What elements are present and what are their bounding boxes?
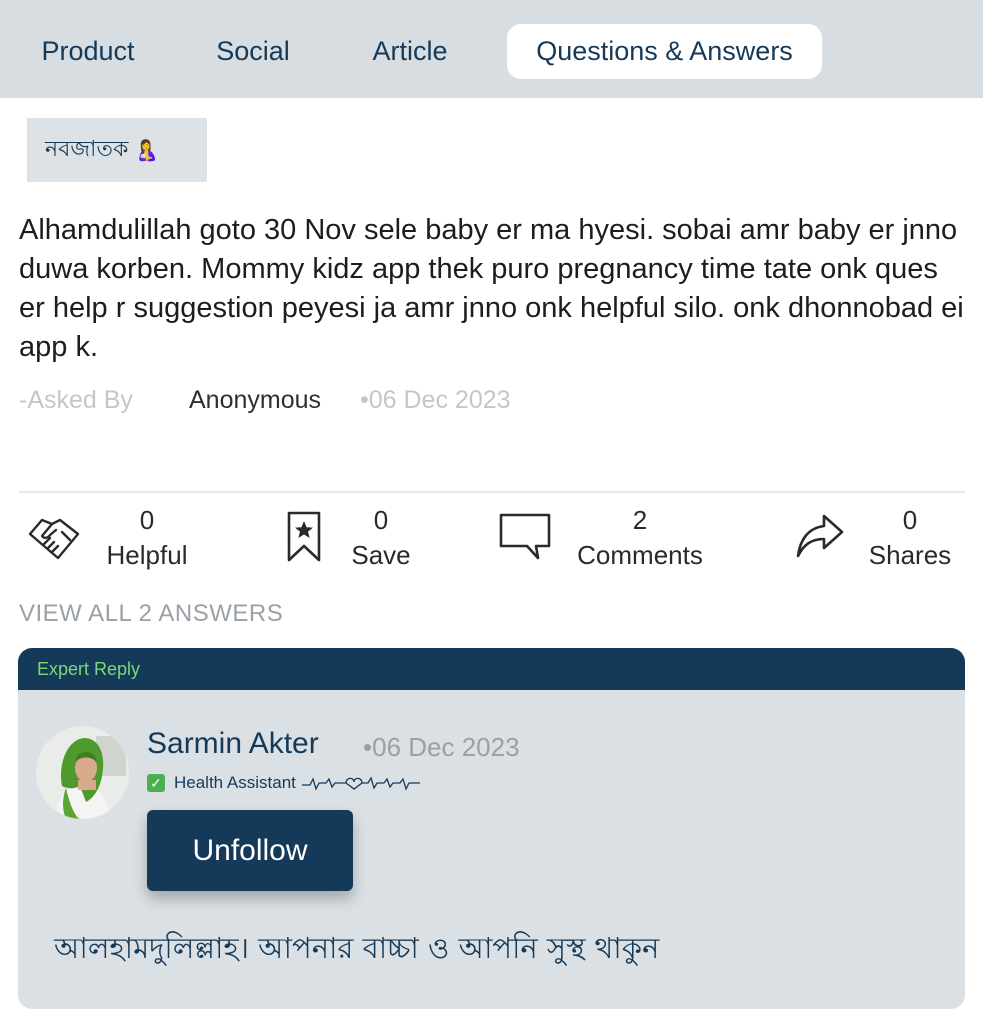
tab-social[interactable]: Social xyxy=(188,24,318,79)
question-date: •06 Dec 2023 xyxy=(360,386,511,414)
tab-article[interactable]: Article xyxy=(345,24,475,79)
avatar[interactable] xyxy=(36,726,129,819)
check-box-icon: ✓ xyxy=(147,774,165,792)
share-arrow-icon xyxy=(796,514,844,558)
comments-label: Comments xyxy=(577,540,703,570)
helpful-label: Helpful xyxy=(106,540,188,570)
reply-date: •06 Dec 2023 xyxy=(363,732,520,762)
topic-tag[interactable]: নবজাতক 🤱 xyxy=(27,118,207,182)
shares-label: Shares xyxy=(868,540,952,570)
expert-name[interactable]: Sarmin Akter xyxy=(147,727,319,761)
helpful-count: 0 xyxy=(139,505,155,535)
heartbeat-line-icon xyxy=(301,776,420,791)
unfollow-button[interactable]: Unfollow xyxy=(147,810,353,891)
expert-reply-header: Expert Reply xyxy=(18,648,965,690)
divider xyxy=(19,491,965,493)
expert-role-label: Health Assistant xyxy=(174,773,296,792)
question-text: Alhamdulillah goto 30 Nov sele baby er m… xyxy=(19,214,964,363)
save-label: Save xyxy=(351,540,411,570)
asked-by-label: -Asked By xyxy=(19,386,133,414)
question-author: Anonymous xyxy=(189,386,322,414)
comments-count: 2 xyxy=(632,505,648,535)
handshake-icon xyxy=(28,518,80,560)
expert-reply-card: Expert Reply Sarmin Akter •06 Dec 2023 ✓… xyxy=(18,648,965,1009)
expert-reply-label: Expert Reply xyxy=(37,659,141,679)
save-count: 0 xyxy=(373,505,389,535)
tab-questions-answers[interactable]: Questions & Answers xyxy=(507,24,822,79)
speech-bubble-icon xyxy=(499,513,551,560)
breastfeeding-emoji-icon: 🤱 xyxy=(134,138,160,162)
topic-tag-label: নবজাতক xyxy=(45,136,129,162)
expert-role: ✓ Health Assistant xyxy=(147,772,422,794)
bookmark-star-icon xyxy=(287,511,321,562)
tab-product[interactable]: Product xyxy=(18,24,158,79)
avatar-photo xyxy=(36,726,129,819)
answer-text: আলহামদুলিল্লাহ। আপনার বাচ্চা ও আপনি সুস্… xyxy=(54,931,660,965)
view-all-answers-link[interactable]: VIEW ALL 2 ANSWERS xyxy=(19,600,283,628)
category-tab-bar: Product Social Article Questions & Answe… xyxy=(0,0,983,98)
shares-count: 0 xyxy=(902,505,918,535)
question-meta: -Asked By Anonymous •06 Dec 2023 xyxy=(19,386,969,418)
